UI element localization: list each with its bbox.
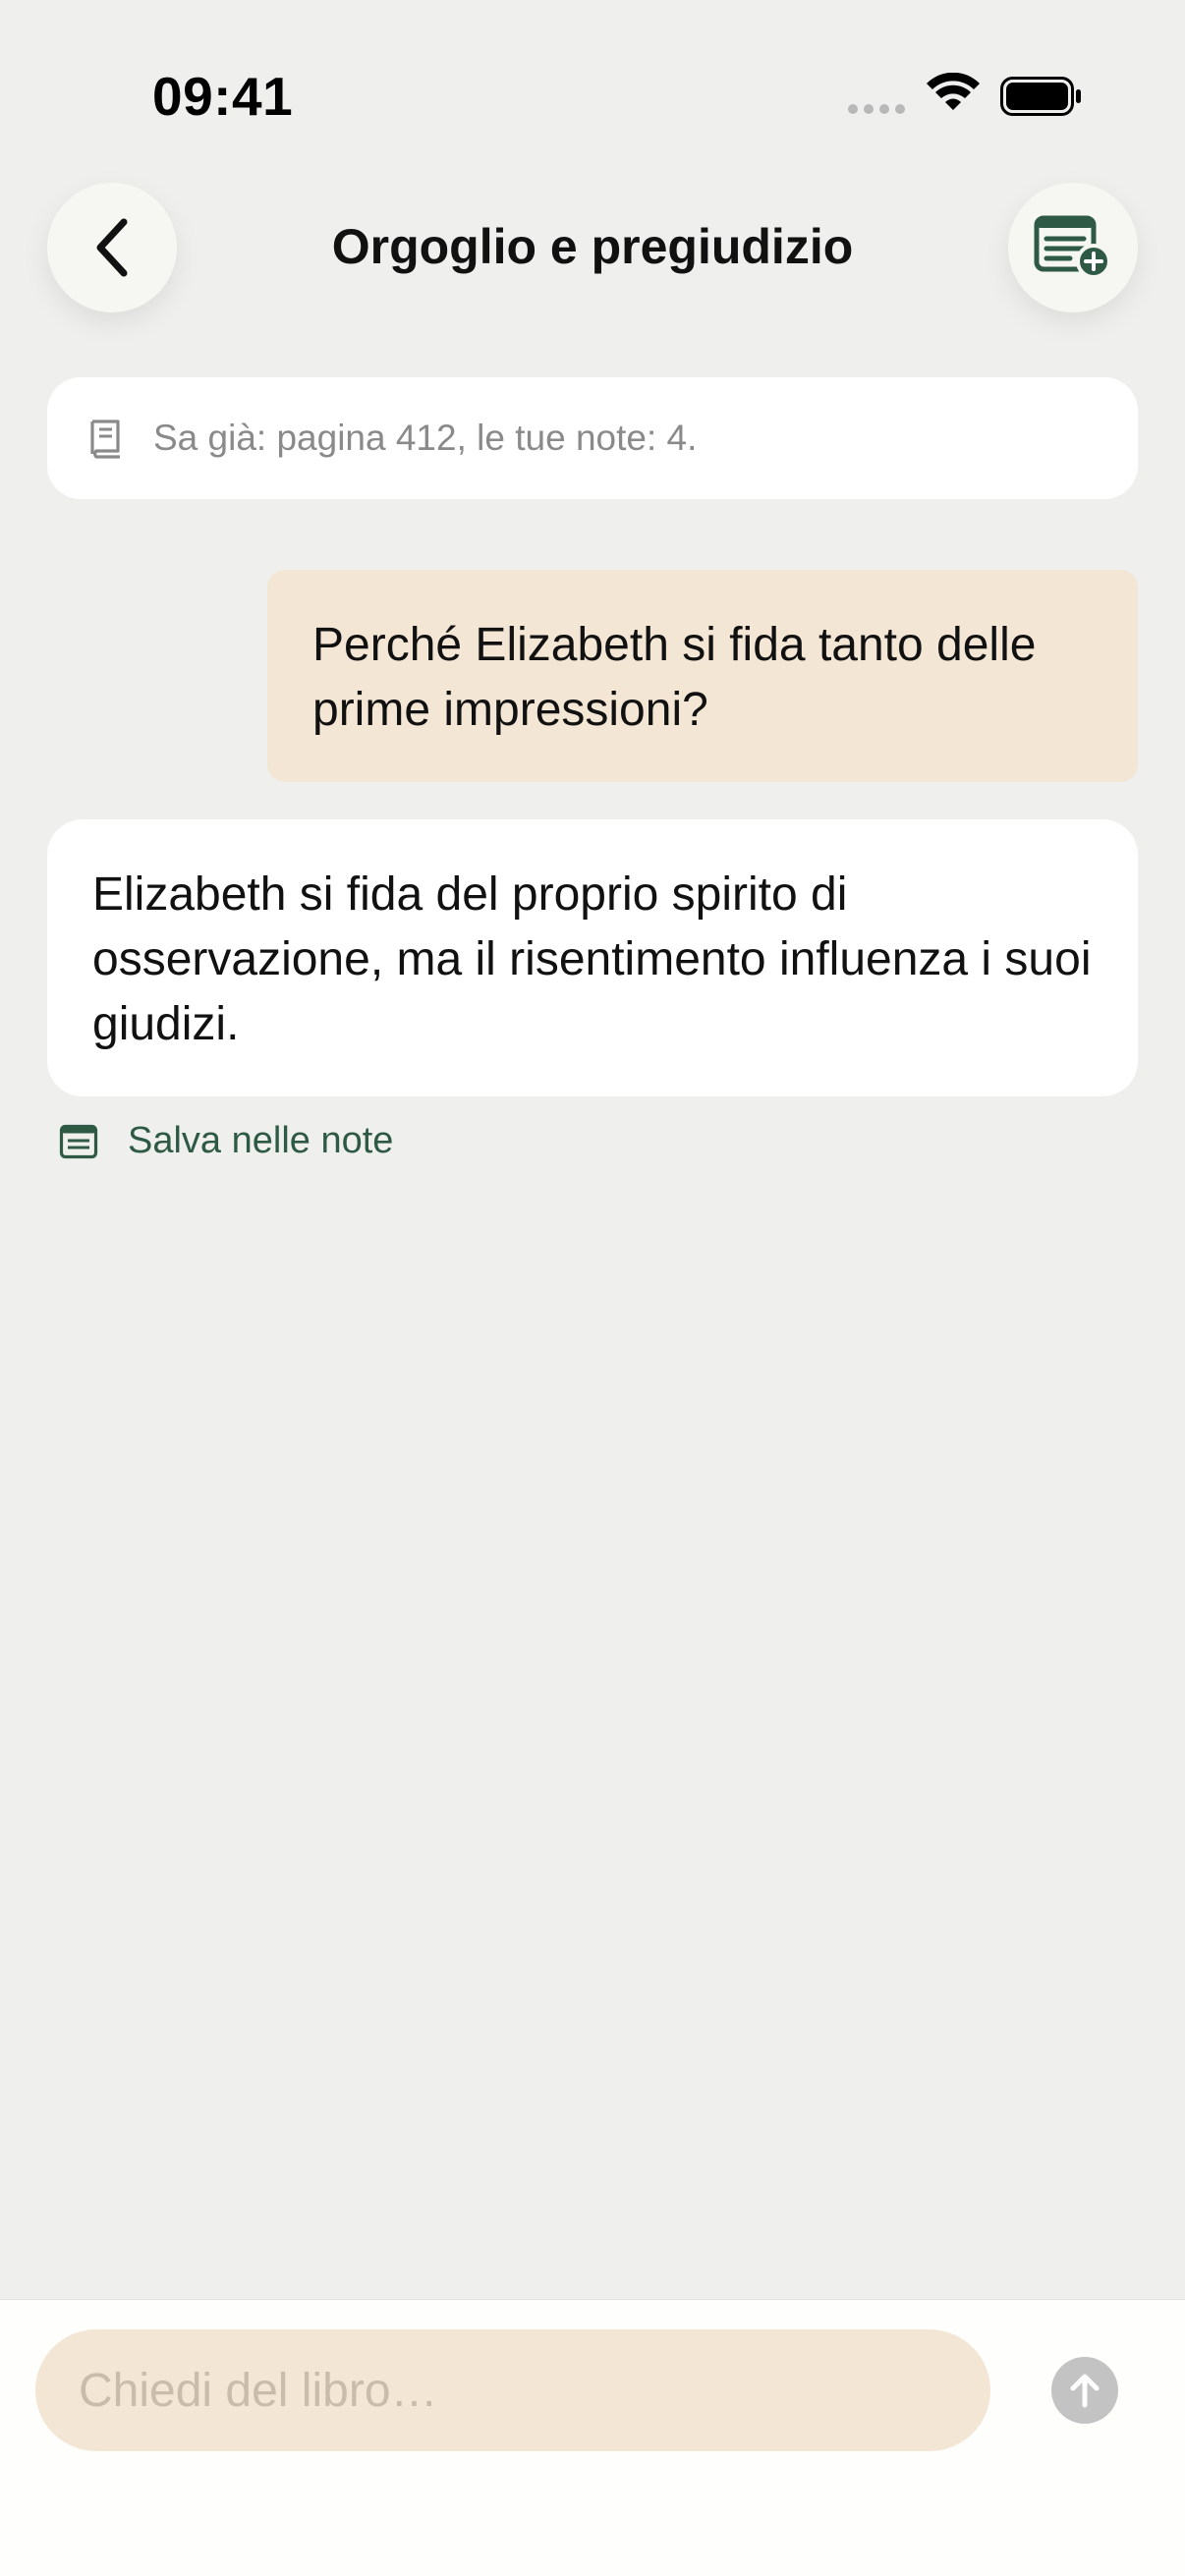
notes-add-icon	[1033, 214, 1113, 281]
add-note-button[interactable]	[1008, 183, 1138, 312]
note-icon	[59, 1122, 98, 1161]
send-button[interactable]	[1051, 2357, 1118, 2424]
save-to-notes-label: Salva nelle note	[128, 1120, 394, 1161]
user-message: Perché Elizabeth si fida tanto delle pri…	[267, 570, 1138, 782]
status-bar: 09:41	[0, 0, 1185, 147]
page-title: Orgoglio e pregiudizio	[331, 219, 854, 274]
reading-progress-info: Sa già: pagina 412, le tue note: 4.	[47, 377, 1138, 499]
cellular-signal-icon	[848, 104, 905, 114]
chevron-left-icon	[92, 217, 132, 278]
ask-input[interactable]	[35, 2329, 990, 2451]
assistant-message: Elizabeth si fida del proprio spirito di…	[47, 819, 1138, 1096]
battery-icon	[1000, 77, 1083, 121]
status-time: 09:41	[152, 66, 294, 127]
wifi-icon	[926, 72, 981, 119]
composer-bar	[0, 2299, 1185, 2576]
chat-screen: 09:41 Orgoglio e pregiudizio Sa già: pag…	[0, 0, 1185, 2576]
arrow-up-icon	[1068, 2372, 1101, 2409]
save-to-notes-button[interactable]: Salva nelle note	[59, 1120, 393, 1162]
book-icon	[86, 418, 126, 459]
reading-progress-text: Sa già: pagina 412, le tue note: 4.	[153, 418, 698, 458]
back-button[interactable]	[47, 183, 177, 312]
